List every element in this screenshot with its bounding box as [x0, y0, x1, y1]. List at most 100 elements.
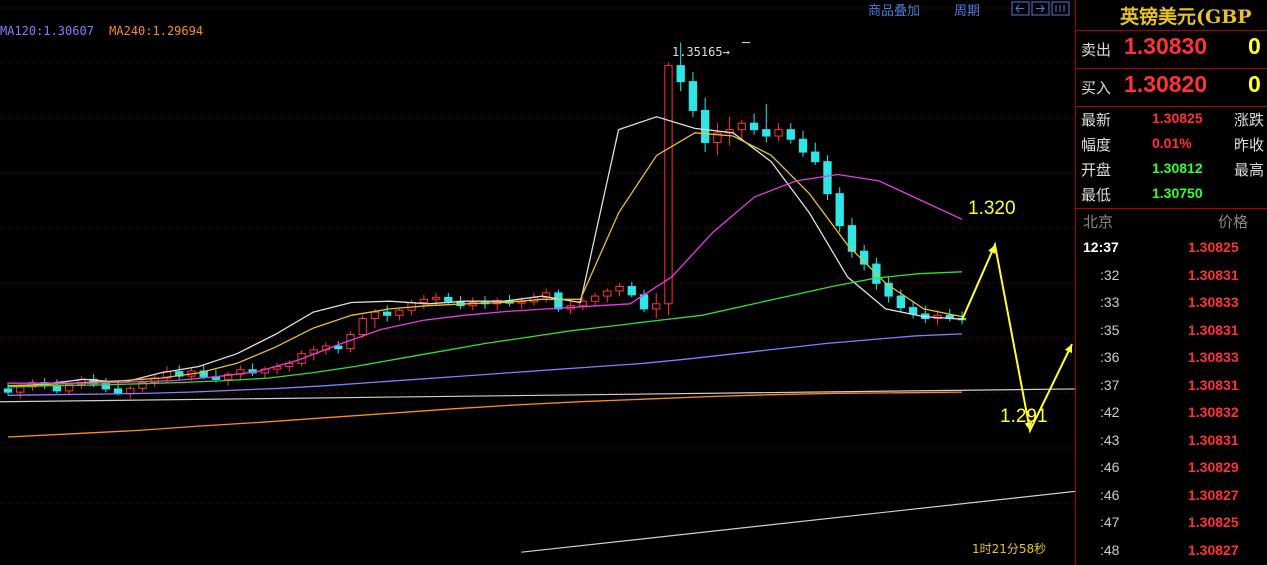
stat-label-2: 涨跌	[1234, 111, 1265, 129]
tick-price: 1.30831	[1188, 431, 1239, 448]
sell-price: 1.30830	[1124, 33, 1208, 59]
tick-price: 1.30827	[1188, 541, 1239, 558]
candle-body	[358, 318, 367, 336]
ma-legend: MA120:1.30607 MA240:1.29694	[0, 24, 211, 38]
candle-body	[334, 345, 343, 350]
candle-body	[835, 193, 844, 227]
stat-value: 1.30750	[1152, 185, 1203, 201]
tick-row: :46 1.30827	[1076, 483, 1267, 510]
candle-body	[554, 292, 563, 310]
stat-value: 0.01%	[1152, 135, 1192, 151]
tick-price: 1.30829	[1188, 459, 1239, 475]
candle-body	[700, 109, 710, 143]
chart-area[interactable]: 商品叠加 周期 MA120:1.30607 MA240:1.29694 1.35…	[0, 0, 1075, 565]
stat-label: 幅度	[1081, 136, 1112, 154]
stats-block: 最新 1.30825 涨跌 幅度 0.01% 昨收 开盘 1.30812 最高 …	[1076, 106, 1267, 207]
tick-time: 12:37	[1083, 239, 1119, 255]
stat-value: 1.30825	[1152, 110, 1203, 126]
tick-time: :46	[1100, 459, 1120, 475]
overlay-commodity-button[interactable]: 商品叠加	[868, 0, 920, 19]
buy-price: 1.30820	[1124, 71, 1208, 97]
candle-body	[16, 386, 25, 393]
tick-time: :42	[1100, 404, 1120, 420]
ma-line-ma60	[7, 271, 963, 388]
ma-line-ma10	[7, 132, 963, 387]
sell-label: 卖出	[1081, 41, 1112, 59]
candle-body	[382, 311, 392, 316]
tick-time: :48	[1100, 541, 1120, 558]
quote-panel: 英镑美元(GBP 卖出 1.30830 0 买入 1.30820 0 最新 1.…	[1075, 0, 1267, 565]
candle-body	[749, 122, 759, 131]
candle-body	[908, 307, 918, 315]
tick-row: :42 1.30832	[1076, 400, 1267, 427]
tick-price: 1.30833	[1188, 349, 1239, 365]
tick-price: 1.30831	[1188, 321, 1239, 338]
stat-label-2: 最高	[1234, 161, 1265, 179]
stat-row-low: 最低 1.30750	[1076, 182, 1267, 207]
candle-body	[444, 296, 453, 302]
stat-label: 最新	[1081, 111, 1112, 129]
candle-body	[517, 301, 526, 304]
tick-price: 1.30825	[1188, 239, 1239, 255]
tick-row: :37 1.30831	[1076, 373, 1267, 400]
candle-body	[664, 65, 673, 305]
candle-body	[762, 129, 771, 137]
tick-header-time: 北京	[1083, 213, 1114, 231]
tick-list[interactable]: 北京 价格 12:37 1.30825:32 1.30831:33 1.30833:3…	[1076, 208, 1267, 558]
ma240-legend: MA240:1.29694	[109, 24, 204, 38]
candle-body	[786, 129, 795, 140]
candle-body	[798, 138, 808, 153]
tick-time: :37	[1100, 376, 1120, 393]
stat-value: 1.30812	[1152, 160, 1203, 176]
symbol-title: 英镑美元(GBP	[1120, 6, 1252, 28]
tick-price: 1.30831	[1188, 266, 1239, 283]
downside-target-label: 1.291	[1000, 406, 1048, 427]
candle-body	[590, 295, 600, 302]
scroll-buttons[interactable]	[1011, 1, 1071, 16]
period-button[interactable]: 周期	[954, 0, 980, 19]
sell-quote-row[interactable]: 卖出 1.30830 0	[1076, 30, 1267, 65]
candle-body	[823, 161, 832, 195]
tick-row: :48 1.30827	[1076, 538, 1267, 565]
tick-time: :36	[1100, 349, 1120, 365]
candle-body	[126, 387, 135, 394]
tick-time: :33	[1100, 294, 1120, 310]
tick-row: :46 1.30829	[1076, 455, 1267, 482]
stat-row-open: 开盘 1.30812 最高	[1076, 157, 1267, 182]
tick-row: :32 1.30831	[1076, 263, 1267, 290]
candle-body	[370, 311, 380, 320]
candle-body	[52, 385, 62, 392]
tick-price: 1.30831	[1188, 376, 1239, 393]
stat-label-2: 昨收	[1234, 136, 1265, 154]
stat-row-latest: 最新 1.30825 涨跌	[1076, 107, 1267, 132]
tick-price: 1.30833	[1188, 294, 1239, 310]
candlestick-chart[interactable]	[0, 0, 1075, 565]
sell-volume: 0	[1248, 33, 1261, 59]
tick-time: :32	[1100, 266, 1120, 283]
tick-price: 1.30825	[1188, 514, 1239, 530]
peak-price-label: 1.35165→	[672, 45, 730, 59]
candle-body	[419, 298, 429, 304]
stat-label: 最低	[1081, 186, 1112, 204]
tick-header: 北京 价格	[1076, 211, 1267, 233]
tick-row: :33 1.30833	[1076, 290, 1267, 317]
buy-quote-row[interactable]: 买入 1.30820 0	[1076, 68, 1267, 103]
tick-time: :46	[1100, 486, 1120, 503]
stat-label: 开盘	[1081, 161, 1112, 179]
buy-volume: 0	[1248, 71, 1261, 97]
tick-row: 12:37 1.30825	[1076, 235, 1267, 262]
tick-row: :47 1.30825	[1076, 510, 1267, 537]
candle-body	[431, 296, 441, 300]
tick-header-price: 价格	[1218, 213, 1249, 231]
upside-target-label: 1.320	[968, 198, 1016, 219]
scroll-arrows-icon[interactable]	[1011, 1, 1071, 16]
tick-time: :43	[1100, 431, 1120, 448]
countdown-timer: 1时21分58秒	[972, 542, 1047, 556]
tick-price: 1.30827	[1188, 486, 1239, 503]
buy-label: 买入	[1081, 79, 1112, 97]
tick-row: :35 1.30831	[1076, 318, 1267, 345]
candle-body	[615, 286, 624, 292]
candle-body	[688, 81, 698, 111]
candle-body	[652, 303, 661, 310]
tick-time: :47	[1100, 514, 1120, 530]
